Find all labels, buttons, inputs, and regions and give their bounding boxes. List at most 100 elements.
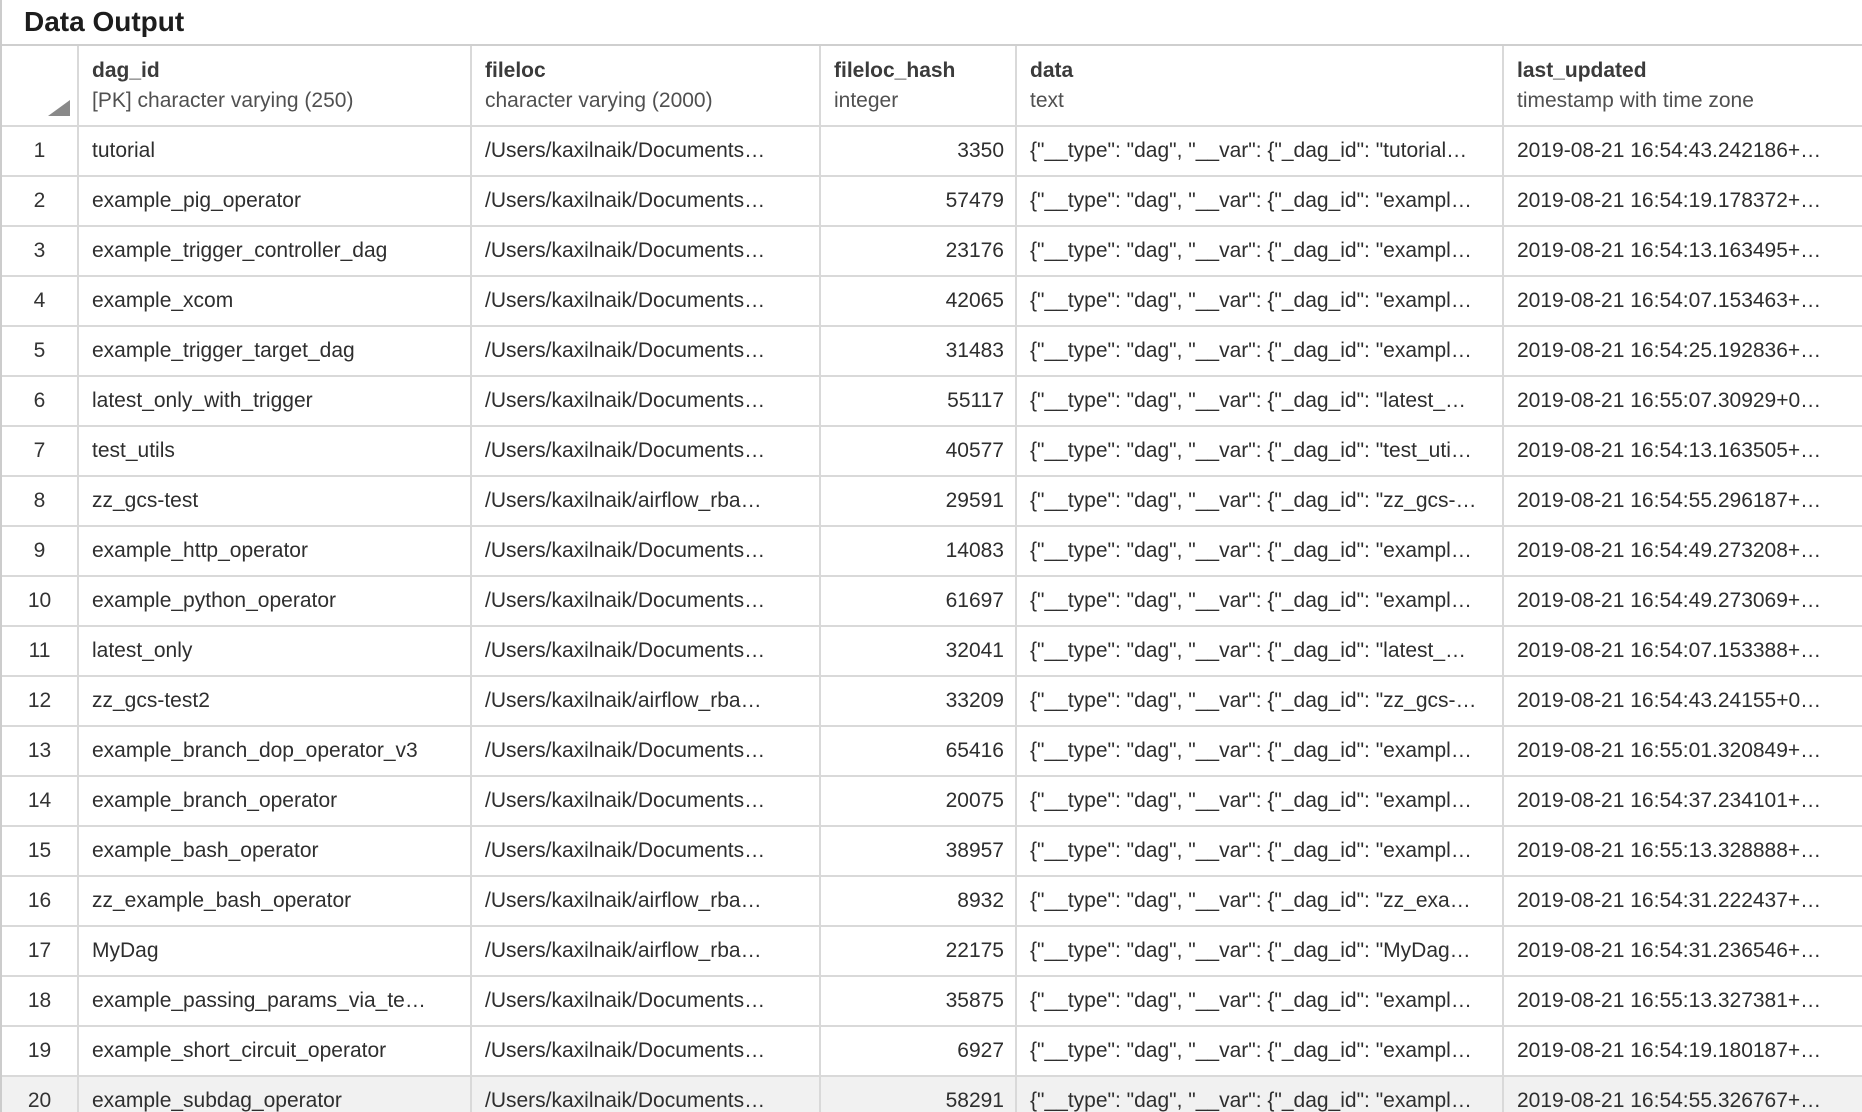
cell-data[interactable]: {"__type": "dag", "__var": {"_dag_id": "… bbox=[1017, 677, 1504, 727]
cell-fileloc[interactable]: /Users/kaxilnaik/airflow_rba… bbox=[472, 877, 821, 927]
row-number[interactable]: 11 bbox=[2, 627, 79, 677]
cell-dag-id[interactable]: example_passing_params_via_te… bbox=[79, 977, 472, 1027]
cell-last-updated[interactable]: 2019-08-21 16:54:19.178372+… bbox=[1504, 177, 1862, 227]
cell-last-updated[interactable]: 2019-08-21 16:54:07.153463+… bbox=[1504, 277, 1862, 327]
cell-fileloc-hash[interactable]: 22175 bbox=[821, 927, 1017, 977]
row-number[interactable]: 17 bbox=[2, 927, 79, 977]
column-header-data[interactable]: data text bbox=[1017, 46, 1504, 127]
cell-data[interactable]: {"__type": "dag", "__var": {"_dag_id": "… bbox=[1017, 477, 1504, 527]
cell-fileloc-hash[interactable]: 42065 bbox=[821, 277, 1017, 327]
cell-data[interactable]: {"__type": "dag", "__var": {"_dag_id": "… bbox=[1017, 277, 1504, 327]
select-all-corner[interactable] bbox=[2, 46, 79, 127]
cell-dag-id[interactable]: zz_example_bash_operator bbox=[79, 877, 472, 927]
cell-dag-id[interactable]: zz_gcs-test bbox=[79, 477, 472, 527]
row-number[interactable]: 8 bbox=[2, 477, 79, 527]
row-number[interactable]: 12 bbox=[2, 677, 79, 727]
cell-data[interactable]: {"__type": "dag", "__var": {"_dag_id": "… bbox=[1017, 777, 1504, 827]
row-number[interactable]: 4 bbox=[2, 277, 79, 327]
cell-fileloc[interactable]: /Users/kaxilnaik/Documents… bbox=[472, 227, 821, 277]
cell-fileloc[interactable]: /Users/kaxilnaik/Documents… bbox=[472, 777, 821, 827]
row-number[interactable]: 19 bbox=[2, 1027, 79, 1077]
cell-fileloc-hash[interactable]: 58291 bbox=[821, 1077, 1017, 1112]
cell-last-updated[interactable]: 2019-08-21 16:54:19.180187+… bbox=[1504, 1027, 1862, 1077]
cell-last-updated[interactable]: 2019-08-21 16:55:13.328888+… bbox=[1504, 827, 1862, 877]
cell-fileloc[interactable]: /Users/kaxilnaik/Documents… bbox=[472, 377, 821, 427]
cell-fileloc-hash[interactable]: 61697 bbox=[821, 577, 1017, 627]
cell-dag-id[interactable]: example_trigger_target_dag bbox=[79, 327, 472, 377]
cell-fileloc-hash[interactable]: 55117 bbox=[821, 377, 1017, 427]
row-number[interactable]: 20 bbox=[2, 1077, 79, 1112]
cell-data[interactable]: {"__type": "dag", "__var": {"_dag_id": "… bbox=[1017, 977, 1504, 1027]
cell-dag-id[interactable]: example_pig_operator bbox=[79, 177, 472, 227]
cell-fileloc[interactable]: /Users/kaxilnaik/Documents… bbox=[472, 1027, 821, 1077]
cell-dag-id[interactable]: latest_only_with_trigger bbox=[79, 377, 472, 427]
cell-last-updated[interactable]: 2019-08-21 16:54:55.296187+… bbox=[1504, 477, 1862, 527]
cell-dag-id[interactable]: example_http_operator bbox=[79, 527, 472, 577]
cell-fileloc[interactable]: /Users/kaxilnaik/Documents… bbox=[472, 327, 821, 377]
cell-fileloc[interactable]: /Users/kaxilnaik/Documents… bbox=[472, 427, 821, 477]
cell-fileloc[interactable]: /Users/kaxilnaik/Documents… bbox=[472, 127, 821, 177]
cell-fileloc-hash[interactable]: 38957 bbox=[821, 827, 1017, 877]
cell-data[interactable]: {"__type": "dag", "__var": {"_dag_id": "… bbox=[1017, 227, 1504, 277]
cell-dag-id[interactable]: tutorial bbox=[79, 127, 472, 177]
cell-last-updated[interactable]: 2019-08-21 16:54:13.163495+… bbox=[1504, 227, 1862, 277]
column-header-fileloc[interactable]: fileloc character varying (2000) bbox=[472, 46, 821, 127]
cell-last-updated[interactable]: 2019-08-21 16:54:13.163505+… bbox=[1504, 427, 1862, 477]
cell-last-updated[interactable]: 2019-08-21 16:54:25.192836+… bbox=[1504, 327, 1862, 377]
cell-fileloc-hash[interactable]: 29591 bbox=[821, 477, 1017, 527]
cell-fileloc-hash[interactable]: 23176 bbox=[821, 227, 1017, 277]
cell-fileloc[interactable]: /Users/kaxilnaik/airflow_rba… bbox=[472, 927, 821, 977]
column-header-dag-id[interactable]: dag_id [PK] character varying (250) bbox=[79, 46, 472, 127]
cell-last-updated[interactable]: 2019-08-21 16:54:49.273069+… bbox=[1504, 577, 1862, 627]
cell-fileloc-hash[interactable]: 40577 bbox=[821, 427, 1017, 477]
cell-dag-id[interactable]: example_trigger_controller_dag bbox=[79, 227, 472, 277]
cell-fileloc-hash[interactable]: 3350 bbox=[821, 127, 1017, 177]
row-number[interactable]: 16 bbox=[2, 877, 79, 927]
cell-fileloc[interactable]: /Users/kaxilnaik/Documents… bbox=[472, 627, 821, 677]
cell-fileloc[interactable]: /Users/kaxilnaik/Documents… bbox=[472, 277, 821, 327]
cell-data[interactable]: {"__type": "dag", "__var": {"_dag_id": "… bbox=[1017, 1077, 1504, 1112]
row-number[interactable]: 10 bbox=[2, 577, 79, 627]
row-number[interactable]: 15 bbox=[2, 827, 79, 877]
cell-data[interactable]: {"__type": "dag", "__var": {"_dag_id": "… bbox=[1017, 627, 1504, 677]
cell-last-updated[interactable]: 2019-08-21 16:54:37.234101+… bbox=[1504, 777, 1862, 827]
cell-fileloc[interactable]: /Users/kaxilnaik/Documents… bbox=[472, 1077, 821, 1112]
cell-dag-id[interactable]: example_subdag_operator bbox=[79, 1077, 472, 1112]
cell-fileloc[interactable]: /Users/kaxilnaik/Documents… bbox=[472, 527, 821, 577]
row-number[interactable]: 9 bbox=[2, 527, 79, 577]
row-number[interactable]: 1 bbox=[2, 127, 79, 177]
cell-last-updated[interactable]: 2019-08-21 16:54:07.153388+… bbox=[1504, 627, 1862, 677]
cell-fileloc[interactable]: /Users/kaxilnaik/Documents… bbox=[472, 827, 821, 877]
cell-last-updated[interactable]: 2019-08-21 16:55:01.320849+… bbox=[1504, 727, 1862, 777]
cell-fileloc-hash[interactable]: 35875 bbox=[821, 977, 1017, 1027]
cell-fileloc-hash[interactable]: 57479 bbox=[821, 177, 1017, 227]
cell-fileloc[interactable]: /Users/kaxilnaik/airflow_rba… bbox=[472, 677, 821, 727]
cell-last-updated[interactable]: 2019-08-21 16:54:31.236546+… bbox=[1504, 927, 1862, 977]
cell-last-updated[interactable]: 2019-08-21 16:54:49.273208+… bbox=[1504, 527, 1862, 577]
cell-last-updated[interactable]: 2019-08-21 16:55:13.327381+… bbox=[1504, 977, 1862, 1027]
cell-fileloc[interactable]: /Users/kaxilnaik/Documents… bbox=[472, 577, 821, 627]
cell-fileloc-hash[interactable]: 32041 bbox=[821, 627, 1017, 677]
cell-data[interactable]: {"__type": "dag", "__var": {"_dag_id": "… bbox=[1017, 827, 1504, 877]
cell-dag-id[interactable]: example_branch_dop_operator_v3 bbox=[79, 727, 472, 777]
cell-fileloc-hash[interactable]: 31483 bbox=[821, 327, 1017, 377]
cell-dag-id[interactable]: zz_gcs-test2 bbox=[79, 677, 472, 727]
cell-dag-id[interactable]: MyDag bbox=[79, 927, 472, 977]
row-number[interactable]: 3 bbox=[2, 227, 79, 277]
cell-dag-id[interactable]: latest_only bbox=[79, 627, 472, 677]
cell-dag-id[interactable]: example_bash_operator bbox=[79, 827, 472, 877]
cell-data[interactable]: {"__type": "dag", "__var": {"_dag_id": "… bbox=[1017, 877, 1504, 927]
cell-data[interactable]: {"__type": "dag", "__var": {"_dag_id": "… bbox=[1017, 377, 1504, 427]
column-header-last-updated[interactable]: last_updated timestamp with time zone bbox=[1504, 46, 1862, 127]
row-number[interactable]: 2 bbox=[2, 177, 79, 227]
cell-fileloc-hash[interactable]: 65416 bbox=[821, 727, 1017, 777]
cell-data[interactable]: {"__type": "dag", "__var": {"_dag_id": "… bbox=[1017, 927, 1504, 977]
row-number[interactable]: 5 bbox=[2, 327, 79, 377]
cell-last-updated[interactable]: 2019-08-21 16:55:07.30929+0… bbox=[1504, 377, 1862, 427]
cell-data[interactable]: {"__type": "dag", "__var": {"_dag_id": "… bbox=[1017, 327, 1504, 377]
cell-fileloc-hash[interactable]: 8932 bbox=[821, 877, 1017, 927]
cell-fileloc[interactable]: /Users/kaxilnaik/Documents… bbox=[472, 177, 821, 227]
cell-fileloc[interactable]: /Users/kaxilnaik/airflow_rba… bbox=[472, 477, 821, 527]
cell-dag-id[interactable]: test_utils bbox=[79, 427, 472, 477]
cell-fileloc-hash[interactable]: 20075 bbox=[821, 777, 1017, 827]
